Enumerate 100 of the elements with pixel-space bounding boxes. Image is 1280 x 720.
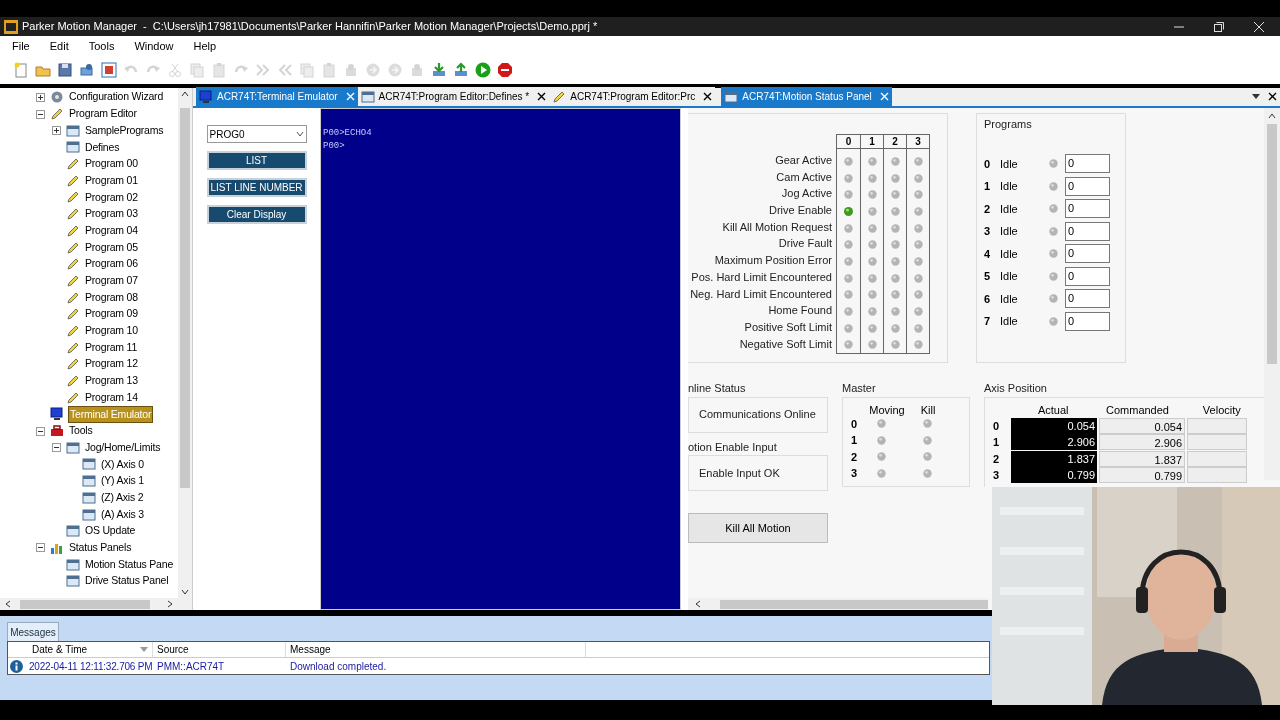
scrollbar[interactable] <box>178 88 192 598</box>
value-field[interactable]: 0 <box>1065 176 1110 196</box>
expand-toggle-icon[interactable] <box>52 126 61 136</box>
value-field[interactable]: 0 <box>1065 199 1110 219</box>
menu-item[interactable]: Edit <box>49 37 69 55</box>
tree-item[interactable]: Status Panels <box>68 540 133 556</box>
terminal-button[interactable]: LIST LINE NUMBER <box>206 178 307 197</box>
row-number: 0 <box>851 416 859 432</box>
program-state: Idle <box>1000 201 1019 217</box>
terminal-screen[interactable]: P00>ECHO4 P00> <box>320 108 681 610</box>
menu-item[interactable]: Tools <box>88 37 115 55</box>
table-cell <box>1187 467 1247 484</box>
tree-item[interactable]: Program 07 <box>84 273 139 289</box>
tree-item[interactable]: Program 04 <box>84 222 139 239</box>
program-dropdown[interactable]: PROG0 <box>206 125 307 143</box>
scrollbar[interactable] <box>0 598 192 610</box>
window-title: Parker Motion Manager - C:\Users\jh17981\Documents\Parker Hannifin\Parker Motion Manager\Projects\Demo.pprj * <box>22 19 598 35</box>
scroll-up-icon[interactable] <box>1268 112 1276 120</box>
tree-item[interactable]: Program 02 <box>84 189 139 206</box>
tree-item[interactable]: Tools <box>68 423 94 439</box>
tab[interactable]: ACR74T:Program Editor:Prc <box>549 87 716 106</box>
status-label: Drive Fault <box>778 236 832 252</box>
tree-item[interactable]: Program 09 <box>84 306 139 323</box>
table-cell <box>1187 417 1247 434</box>
menu-item[interactable]: Window <box>134 37 174 55</box>
status-label: Drive Enable <box>769 203 832 219</box>
collapse-toggle-icon[interactable] <box>36 543 45 553</box>
tree-item[interactable]: Program 03 <box>84 206 139 223</box>
tree-item[interactable]: Defines <box>84 139 121 156</box>
tree-item[interactable]: Program Editor <box>68 106 138 122</box>
terminal-button[interactable]: Clear Display <box>206 205 307 224</box>
value-field[interactable]: 0 <box>1065 244 1110 264</box>
column-header: Kill <box>919 402 937 416</box>
tree-item[interactable]: Program 14 <box>84 389 139 406</box>
scroll-right-icon[interactable] <box>166 600 174 608</box>
tab[interactable]: ACR74T:Motion Status Panel <box>721 87 892 106</box>
value-field[interactable]: 0 <box>1065 221 1110 241</box>
dropdown-icon[interactable] <box>1252 92 1260 100</box>
tree-item[interactable]: (X) Axis 0 <box>100 456 145 473</box>
tab[interactable]: ACR74T:Program Editor:Defines * <box>357 87 550 106</box>
terminal-button[interactable]: LIST <box>206 151 307 170</box>
pencil-icon <box>66 307 80 322</box>
tree-item[interactable]: (Y) Axis 1 <box>100 473 145 490</box>
tree-item[interactable]: Program 00 <box>84 156 139 172</box>
window-icon <box>82 474 96 489</box>
tree-item[interactable]: Program 10 <box>84 323 139 339</box>
tab[interactable]: ACR74T:Terminal Emulator <box>196 87 358 106</box>
tree-item[interactable]: Program 12 <box>84 356 139 373</box>
stop-icon[interactable] <box>497 62 513 78</box>
scroll-up-icon[interactable] <box>181 90 189 98</box>
scrollbar[interactable] <box>1264 108 1280 480</box>
table-cell: 0.799 <box>1099 467 1185 484</box>
tree-item[interactable]: Program 08 <box>84 289 139 306</box>
download-icon[interactable] <box>431 62 447 78</box>
value-field[interactable]: 0 <box>1065 154 1110 174</box>
scroll-left-icon[interactable] <box>4 600 12 608</box>
connect-icon[interactable] <box>79 62 95 78</box>
collapse-toggle-icon[interactable] <box>36 426 45 436</box>
value-field[interactable]: 0 <box>1065 311 1110 331</box>
menu-item[interactable]: Help <box>193 37 217 55</box>
tree-item[interactable]: Program 05 <box>84 239 139 256</box>
group-title: Master <box>842 381 877 396</box>
value-field[interactable]: 0 <box>1065 266 1110 286</box>
tree-item[interactable]: Drive Status Panel <box>84 573 170 590</box>
tree-item[interactable]: (Z) Axis 2 <box>100 489 145 506</box>
scrollbar[interactable] <box>688 598 988 610</box>
status-label: Pos. Hard Limit Encountered <box>691 269 832 285</box>
collapse-toggle-icon[interactable] <box>52 443 61 453</box>
restore-icon[interactable] <box>1214 21 1224 32</box>
column-header: 3 <box>915 135 921 148</box>
expand-toggle-icon[interactable] <box>36 92 45 102</box>
save-icon[interactable] <box>57 62 73 78</box>
tree-item[interactable]: Program 11 <box>84 339 139 356</box>
tree-item[interactable]: SamplePrograms <box>84 122 165 139</box>
close-icon[interactable] <box>703 92 713 101</box>
tree-item[interactable]: Program 13 <box>84 373 139 389</box>
upload-icon[interactable] <box>453 62 469 78</box>
tree-item[interactable]: Configuration Wizard <box>68 89 165 106</box>
play-icon[interactable] <box>475 62 491 78</box>
tree-item[interactable]: Program 06 <box>84 256 139 273</box>
collapse-toggle-icon[interactable] <box>36 109 45 119</box>
scroll-down-icon[interactable] <box>181 588 189 596</box>
status-label: Cam Active <box>776 169 832 185</box>
menu-item[interactable]: File <box>12 37 30 55</box>
group-title: Programs <box>984 117 1033 132</box>
sort-icon[interactable] <box>140 646 148 653</box>
value-field[interactable]: 0 <box>1065 289 1110 309</box>
kill-all-motion-button[interactable]: Kill All Motion <box>688 513 828 543</box>
messages-tab[interactable]: Messages <box>7 622 59 641</box>
tree-item[interactable]: Program 01 <box>84 172 139 189</box>
row-number: 2 <box>984 201 992 217</box>
close-icon[interactable] <box>537 92 547 101</box>
tree-item[interactable]: Motion Status Pane <box>84 556 175 573</box>
tree-item[interactable]: Jog/Home/Limits <box>84 439 162 456</box>
tree-item[interactable]: (A) Axis 3 <box>100 506 145 523</box>
close-icon[interactable] <box>1268 92 1277 101</box>
scroll-left-icon[interactable] <box>694 600 702 608</box>
terminal-icon[interactable] <box>101 62 117 78</box>
tree-item[interactable]: OS Update <box>84 523 137 540</box>
pencil-icon <box>66 374 80 389</box>
